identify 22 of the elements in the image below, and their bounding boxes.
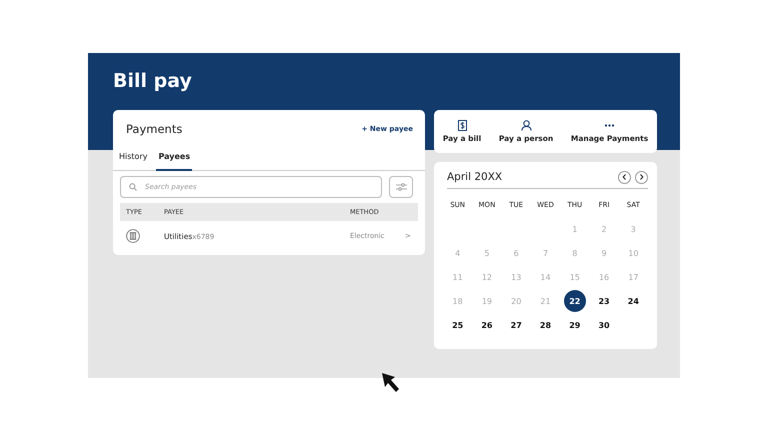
- bank-icon: [126, 229, 140, 243]
- calendar-day[interactable]: 23: [593, 290, 616, 312]
- sliders-icon: [396, 183, 406, 191]
- month-title: April 20XX: [447, 171, 502, 183]
- person-icon: [520, 120, 532, 131]
- card-title: Payments: [126, 122, 182, 136]
- calendar-day[interactable]: 28: [534, 314, 556, 336]
- calendar-day[interactable]: 27: [505, 314, 528, 336]
- calendar-day[interactable]: 22: [564, 290, 586, 312]
- previous-month-button[interactable]: [618, 170, 631, 184]
- chevron-left-icon: [622, 174, 627, 180]
- tab[interactable]: History: [117, 146, 150, 171]
- calendar-day[interactable]: 30: [593, 314, 616, 336]
- calendar-day[interactable]: 24: [622, 290, 644, 312]
- calendar-day[interactable]: 29: [564, 314, 586, 336]
- dollar-bill-icon: [458, 120, 466, 131]
- tab[interactable]: Payees: [156, 146, 192, 171]
- page-title: Bill pay: [113, 69, 193, 94]
- calendar-day[interactable]: 26: [476, 314, 498, 336]
- calendar-day[interactable]: 25: [446, 314, 469, 336]
- chevron-right-icon: [639, 174, 644, 180]
- next-month-button[interactable]: [635, 170, 648, 184]
